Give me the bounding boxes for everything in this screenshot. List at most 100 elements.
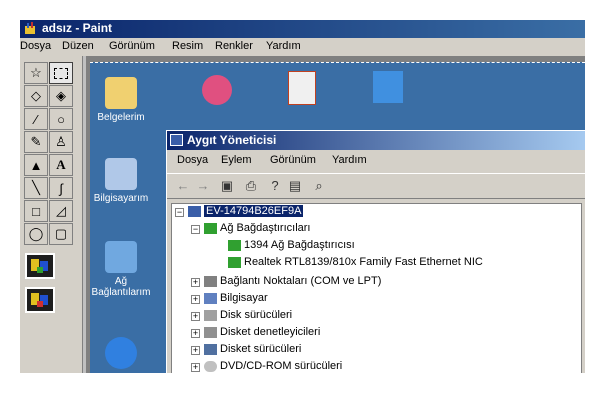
dm-menu-gorunum[interactable]: Görünüm	[270, 154, 316, 166]
view-icon[interactable]: ▤	[287, 178, 303, 194]
desktop-icon-bilgisayarim[interactable]: Bilgisayarım	[90, 158, 152, 204]
network-adapter-icon	[204, 222, 217, 234]
tree-item-label: Ağ Bağdaştırıcıları	[220, 222, 311, 234]
brush-icon[interactable]: ♙	[49, 131, 73, 153]
network-adapter-icon	[228, 239, 241, 251]
tree-item-ports[interactable]: Bağlantı Noktaları (COM ve LPT)	[204, 275, 381, 291]
desktop-icon-ie[interactable]	[90, 337, 152, 372]
free-select-icon[interactable]: ☆	[24, 62, 48, 84]
rounded-rect-icon[interactable]: ▢	[49, 223, 73, 245]
port-icon	[204, 275, 217, 287]
paint-toolbox: ☆ ◇ ◈ ∕ ○ ✎ ♙ ▲ A ╲ ∫ □ ◿ ◯ ▢	[20, 56, 83, 373]
dm-menu-dosya[interactable]: Dosya	[177, 154, 208, 166]
paint-title-bar[interactable]: adsız - Paint	[20, 20, 585, 38]
expand-icon[interactable]: +	[191, 363, 200, 372]
tree-item-1394-adapter[interactable]: 1394 Ağ Bağdaştırıcısı	[228, 239, 355, 255]
menu-gorunum[interactable]: Görünüm	[109, 40, 155, 52]
menu-renkler[interactable]: Renkler	[215, 40, 253, 52]
menu-duzen[interactable]: Düzen	[62, 40, 94, 52]
ellipse-icon[interactable]: ◯	[24, 223, 48, 245]
expand-icon[interactable]: +	[191, 312, 200, 321]
network-adapter-icon	[228, 256, 241, 268]
internet-explorer-icon	[105, 337, 137, 369]
properties-icon[interactable]: ▣	[219, 178, 235, 194]
tree-root-label: EV-14794B26EF9A	[204, 205, 304, 217]
rectangle-icon[interactable]: □	[24, 200, 48, 222]
device-tree[interactable]: − EV-14794B26EF9A − Ağ Bağdaştırıcıları …	[171, 203, 582, 373]
tree-item-label: Disket sürücüleri	[220, 343, 302, 355]
tree-item-label: Bilgisayar	[220, 292, 268, 304]
tool-option-icon[interactable]	[25, 253, 55, 279]
tree-item-network-adapters[interactable]: Ağ Bağdaştırıcıları	[204, 222, 311, 238]
computer-icon	[204, 292, 217, 304]
menu-dosya[interactable]: Dosya	[20, 40, 51, 52]
disk-drive-icon	[204, 309, 217, 321]
floppy-controller-icon	[204, 326, 217, 338]
device-manager-icon	[170, 134, 183, 146]
tree-item-label: Disket denetleyicileri	[220, 326, 321, 338]
device-manager-title: Aygıt Yöneticisi	[187, 133, 277, 147]
tree-item-disk-drives[interactable]: Disk sürücüleri	[204, 309, 292, 325]
tree-item-computer[interactable]: Bilgisayar	[204, 292, 268, 308]
text-icon[interactable]: A	[49, 154, 73, 176]
pencil-icon[interactable]: ✎	[24, 131, 48, 153]
eraser-icon[interactable]: ◇	[24, 85, 48, 107]
forward-icon[interactable]: →	[195, 178, 211, 194]
tree-item-dvd-drives[interactable]: DVD/CD-ROM sürücüleri	[204, 360, 342, 373]
device-manager-window: Aygıt Yöneticisi Dosya Eylem Görünüm Yar…	[166, 130, 585, 373]
expand-icon[interactable]: +	[191, 329, 200, 338]
magnifier-icon[interactable]: ○	[49, 108, 73, 130]
device-manager-menu-bar: Dosya Eylem Görünüm Yardım	[167, 153, 585, 169]
expand-icon[interactable]: +	[191, 295, 200, 304]
floppy-drive-icon	[204, 343, 217, 355]
my-documents-icon	[105, 77, 137, 109]
tree-item-label: 1394 Ağ Bağdaştırıcısı	[244, 239, 355, 251]
network-adapter-icon	[31, 293, 48, 307]
fill-icon[interactable]: ◈	[49, 85, 73, 107]
help-icon[interactable]: ?	[267, 178, 283, 194]
expand-icon[interactable]: +	[191, 278, 200, 287]
collapse-icon[interactable]: −	[175, 208, 184, 217]
rect-select-icon[interactable]	[49, 62, 73, 84]
network-places-icon	[105, 241, 137, 273]
tool-option-icon-2[interactable]	[25, 287, 55, 313]
desktop-icon-label: Ağ Bağlantılarım	[91, 276, 151, 298]
device-manager-toolbar: ← → ▣ ⎙ ? ▤ ⌕	[167, 173, 585, 199]
desktop-icon-label: Belgelerim	[97, 112, 145, 123]
dm-menu-yardim[interactable]: Yardım	[332, 154, 367, 166]
menu-resim[interactable]: Resim	[172, 40, 203, 52]
tree-item-label: Realtek RTL8139/810x Family Fast Etherne…	[244, 256, 483, 268]
tree-item-label: Bağlantı Noktaları (COM ve LPT)	[220, 275, 382, 287]
media-icon	[202, 75, 232, 105]
desktop-icon-label: Bilgisayarım	[93, 193, 149, 204]
polygon-icon[interactable]: ◿	[49, 200, 73, 222]
tree-root[interactable]: EV-14794B26EF9A	[188, 205, 304, 221]
computer-icon	[188, 205, 201, 217]
tree-item-realtek-nic[interactable]: Realtek RTL8139/810x Family Fast Etherne…	[228, 256, 483, 272]
tree-item-floppy-controllers[interactable]: Disket denetleyicileri	[204, 326, 320, 342]
device-manager-title-bar[interactable]: Aygıt Yöneticisi	[167, 131, 585, 150]
tree-item-floppy-drives[interactable]: Disket sürücüleri	[204, 343, 301, 359]
pick-color-icon[interactable]: ∕	[24, 108, 48, 130]
paint-window: adsız - Paint Dosya Düzen Görünüm Resim …	[20, 20, 585, 373]
curve-icon[interactable]: ∫	[49, 177, 73, 199]
expand-icon[interactable]: +	[191, 346, 200, 355]
cd-drive-icon	[204, 360, 217, 372]
line-icon[interactable]: ╲	[24, 177, 48, 199]
paint-app-icon	[25, 22, 35, 34]
network-adapter-icon	[31, 259, 48, 273]
menu-yardim[interactable]: Yardım	[266, 40, 301, 52]
paint-title: adsız - Paint	[42, 21, 113, 35]
tree-item-label: Disk sürücüleri	[220, 309, 293, 321]
desktop-icon-belgelerim[interactable]: Belgelerim	[90, 77, 152, 123]
my-computer-icon	[105, 158, 137, 190]
collapse-icon[interactable]: −	[191, 225, 200, 234]
print-icon[interactable]: ⎙	[243, 178, 259, 194]
airbrush-icon[interactable]: ▲	[24, 154, 48, 176]
document-icon	[288, 71, 316, 105]
dm-menu-eylem[interactable]: Eylem	[221, 154, 252, 166]
desktop-icon-ag-baglantilarim[interactable]: Ağ Bağlantılarım	[90, 241, 152, 298]
paint-menu-bar: Dosya Düzen Görünüm Resim Renkler Yardım	[20, 38, 585, 56]
back-icon[interactable]: ←	[175, 178, 191, 194]
scan-hardware-icon[interactable]: ⌕	[311, 178, 327, 194]
